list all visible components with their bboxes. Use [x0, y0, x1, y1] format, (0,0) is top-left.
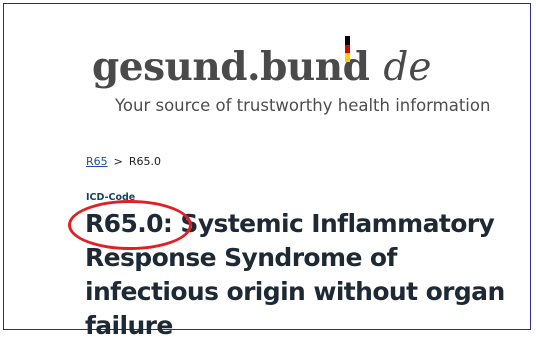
page-title: R65.0: Systemic Inflammatory Response Sy… — [85, 209, 505, 340]
breadcrumb-current: R65.0 — [128, 155, 161, 168]
breadcrumb-separator: > — [113, 155, 123, 168]
logo-domain-suffix: de — [383, 45, 432, 90]
icd-code-label: ICD-Code — [86, 192, 136, 203]
logo-wordmark: gesund.bund — [92, 44, 370, 90]
breadcrumb-link-r65[interactable]: R65 — [86, 155, 108, 168]
german-flag-icon — [345, 36, 350, 62]
breadcrumb: R65 > R65.0 — [86, 155, 161, 168]
site-tagline: Your source of trustworthy health inform… — [115, 96, 491, 115]
screenshot-frame: gesund.bund de Your source of trustworthy… — [3, 3, 531, 340]
site-logo[interactable]: gesund.bund de — [92, 44, 431, 90]
